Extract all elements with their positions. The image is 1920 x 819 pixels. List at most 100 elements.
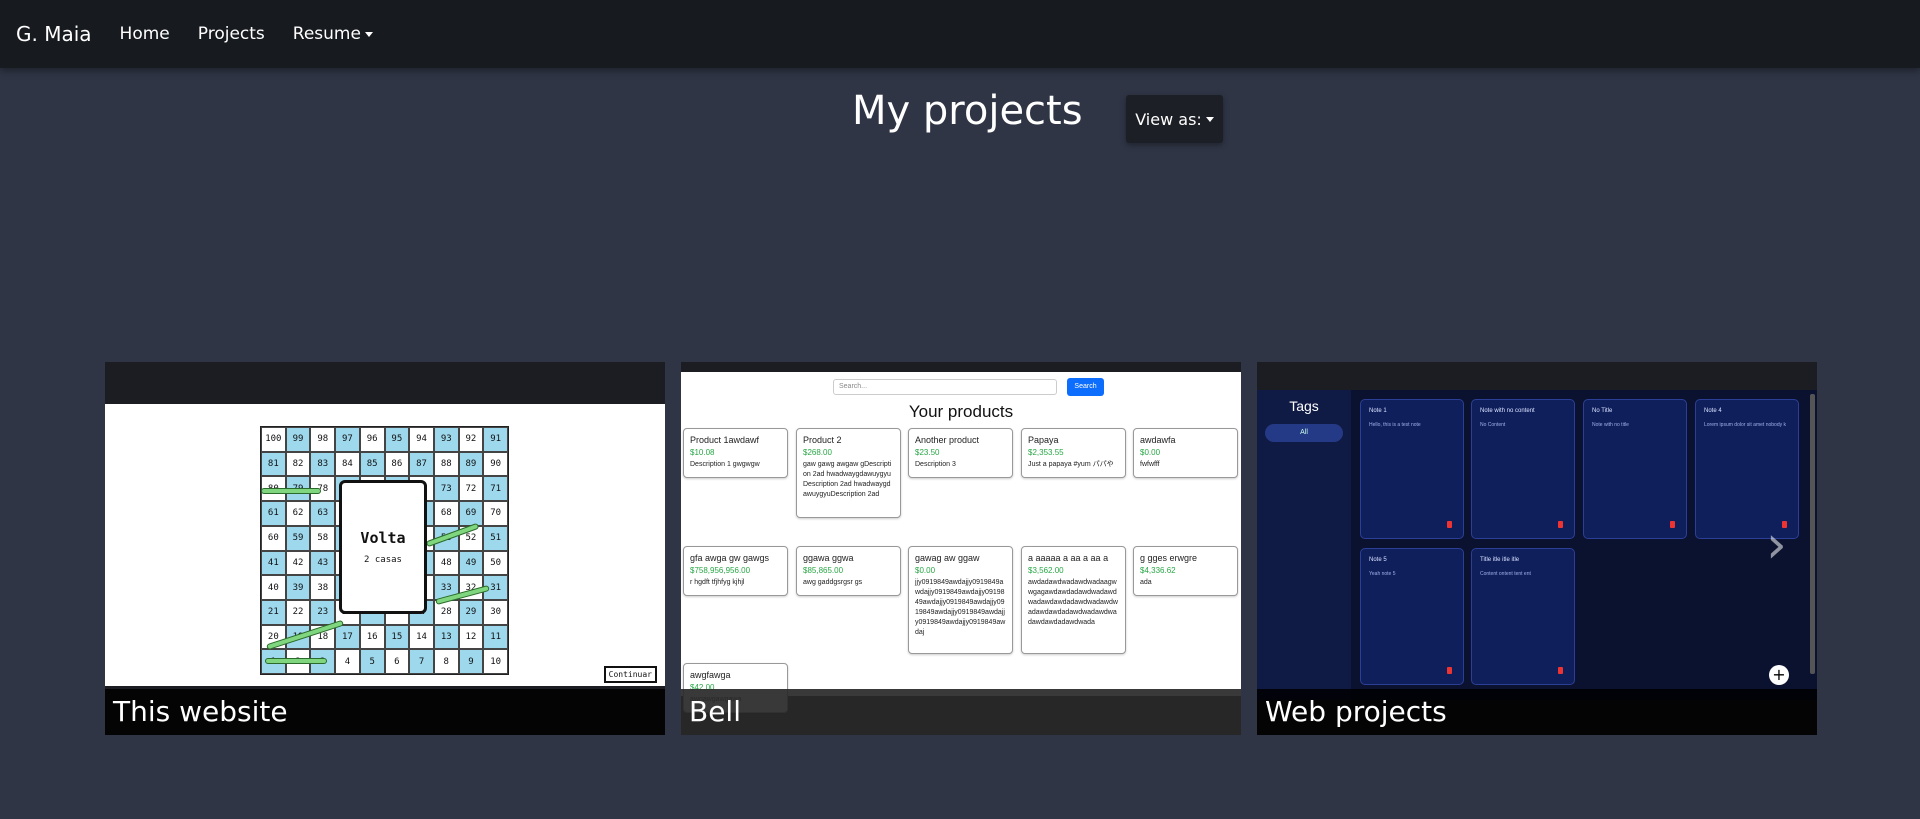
board-cell: 90 [483, 451, 508, 477]
note-card: Note 1 Hello, this is a test note [1360, 399, 1464, 539]
board-cell: 29 [458, 599, 484, 625]
plus-icon: + [1769, 665, 1789, 685]
page-title: My projects [852, 88, 1083, 134]
note-body: Lorem ipsum dolor sit amet nobody k [1704, 422, 1786, 428]
board-cell: 89 [458, 451, 484, 477]
project-card-this-website[interactable]: 100 99 98 97 96 95 94 93 92 91 81 82 83 84 85 86 87 88 89 9… [105, 362, 665, 735]
note-title: Note 1 [1369, 408, 1387, 414]
product-card: Papaya $2,353.55 Just a papaya #yum パパや [1021, 428, 1126, 478]
note-card: Title itle itle itle Content ontent tent … [1471, 548, 1575, 685]
product-card: gawag aw ggaw $0.00 jjy0919849awdajjy09198… [908, 546, 1013, 654]
board-cell: 12 [458, 624, 484, 650]
project-preview-image: Search... Search Your products Product 1… [681, 372, 1241, 713]
product-card: Another product $23.50 Description 3 [908, 428, 1013, 478]
board-cell: 72 [458, 476, 484, 502]
board-cell: 93 [433, 427, 459, 452]
nav-home[interactable]: Home [120, 24, 170, 44]
search-button: Search [1067, 378, 1104, 396]
trash-icon [1558, 521, 1563, 528]
product-price: $85,865.00 [803, 566, 844, 575]
board-cell: 43 [310, 550, 336, 576]
board-cell: 8 [433, 649, 459, 674]
snake-decoration [265, 658, 327, 664]
board-cell: 85 [359, 451, 385, 477]
board-cell: 63 [310, 501, 336, 526]
continue-button: Continuar [603, 666, 657, 683]
product-card: ggawa ggwa $85,865.00 awg gaddgsrgsr gs [796, 546, 901, 596]
board-cell: 4 [335, 649, 360, 674]
board-cell: 59 [285, 525, 311, 551]
product-description: Just a papaya #yum パパや [1028, 461, 1114, 468]
product-description: Description 1 gwgwgw [690, 461, 760, 468]
product-name: g gges erwgre [1140, 553, 1198, 563]
board-cell: 42 [285, 550, 311, 576]
board-cell: 70 [483, 501, 508, 526]
product-card: Product 1awdawf $10.08 Description 1 gwgwg… [683, 428, 788, 478]
event-popup: Volta 2 casas [339, 480, 427, 614]
board-cell: 58 [310, 525, 336, 551]
card-caption: This website [105, 689, 665, 735]
product-price: $0.00 [1140, 448, 1161, 457]
note-body: Yeah note 5 [1369, 571, 1396, 577]
popup-subtitle: 2 casas [364, 555, 402, 565]
snake-decoration [261, 488, 321, 494]
product-price: $758,956,956.00 [690, 566, 751, 575]
board-cell: 91 [483, 427, 508, 452]
product-name: awdawfa [1140, 435, 1176, 445]
board-cell: 73 [433, 476, 459, 502]
note-card: Note 5 Yeah note 5 [1360, 548, 1464, 685]
board-cell: 68 [433, 501, 459, 526]
board-cell: 11 [483, 624, 508, 650]
project-card-bell[interactable]: Search... Search Your products Product 1… [681, 362, 1241, 735]
trash-icon [1447, 521, 1452, 528]
nav-resume-dropdown[interactable]: Resume [293, 24, 373, 44]
product-description: gaw gawg awgaw gDescription 2ad hwadwayg… [803, 461, 892, 498]
product-card: g gges erwgre $4,336.62 ada [1133, 546, 1238, 596]
trash-icon [1447, 667, 1452, 674]
board-cell: 6 [384, 649, 410, 674]
board-cell: 81 [261, 451, 286, 477]
product-price: $4,336.62 [1140, 566, 1176, 575]
chevron-right-icon[interactable]: › [1766, 519, 1806, 571]
note-title: No Title [1592, 408, 1613, 414]
tags-title: Tags [1289, 398, 1319, 414]
product-name: gawag aw ggaw [915, 553, 980, 563]
view-as-label: View as: [1135, 109, 1202, 129]
board-cell: 15 [384, 624, 410, 650]
product-description: Description 3 [915, 461, 956, 468]
product-name: ggawa ggwa [803, 553, 854, 563]
product-price: $23.50 [915, 448, 940, 457]
project-card-web-projects[interactable]: Tags All Note 1 Hello, this is a test not… [1257, 362, 1817, 735]
board-cell: 61 [261, 501, 286, 526]
product-name: Product 1awdawf [690, 435, 760, 445]
board-cell: 98 [310, 427, 336, 452]
board-cell: 82 [285, 451, 311, 477]
note-body: Note with no title [1592, 422, 1629, 428]
product-name: Product 2 [803, 435, 842, 445]
board-cell: 39 [285, 575, 311, 600]
board-cell: 16 [359, 624, 385, 650]
note-title: Note 4 [1704, 408, 1722, 414]
board-cell: 60 [261, 525, 286, 551]
board-cell: 40 [261, 575, 286, 600]
board-cell: 88 [433, 451, 459, 477]
view-as-dropdown[interactable]: View as: [1126, 95, 1223, 143]
board-cell: 41 [261, 550, 286, 576]
product-description: ada [1140, 579, 1152, 586]
brand-link[interactable]: G. Maia [16, 22, 92, 46]
product-name: awgfawga [690, 670, 731, 680]
note-title: Note 5 [1369, 557, 1387, 563]
board-cell: 14 [409, 624, 434, 650]
board-cell: 49 [458, 550, 484, 576]
board-cell: 50 [483, 550, 508, 576]
board-cell: 86 [384, 451, 410, 477]
product-name: Papaya [1028, 435, 1059, 445]
board-cell: 62 [285, 501, 311, 526]
product-description: awg gaddgsrgsr gs [803, 579, 863, 586]
nav-projects[interactable]: Projects [198, 24, 265, 44]
note-title: Title itle itle itle [1480, 557, 1520, 563]
board-cell: 17 [335, 624, 360, 650]
project-preview-image: 100 99 98 97 96 95 94 93 92 91 81 82 83 84 85 86 87 88 89 9… [105, 404, 665, 686]
note-title: Note with no content [1480, 408, 1535, 414]
board-cell: 95 [384, 427, 410, 452]
